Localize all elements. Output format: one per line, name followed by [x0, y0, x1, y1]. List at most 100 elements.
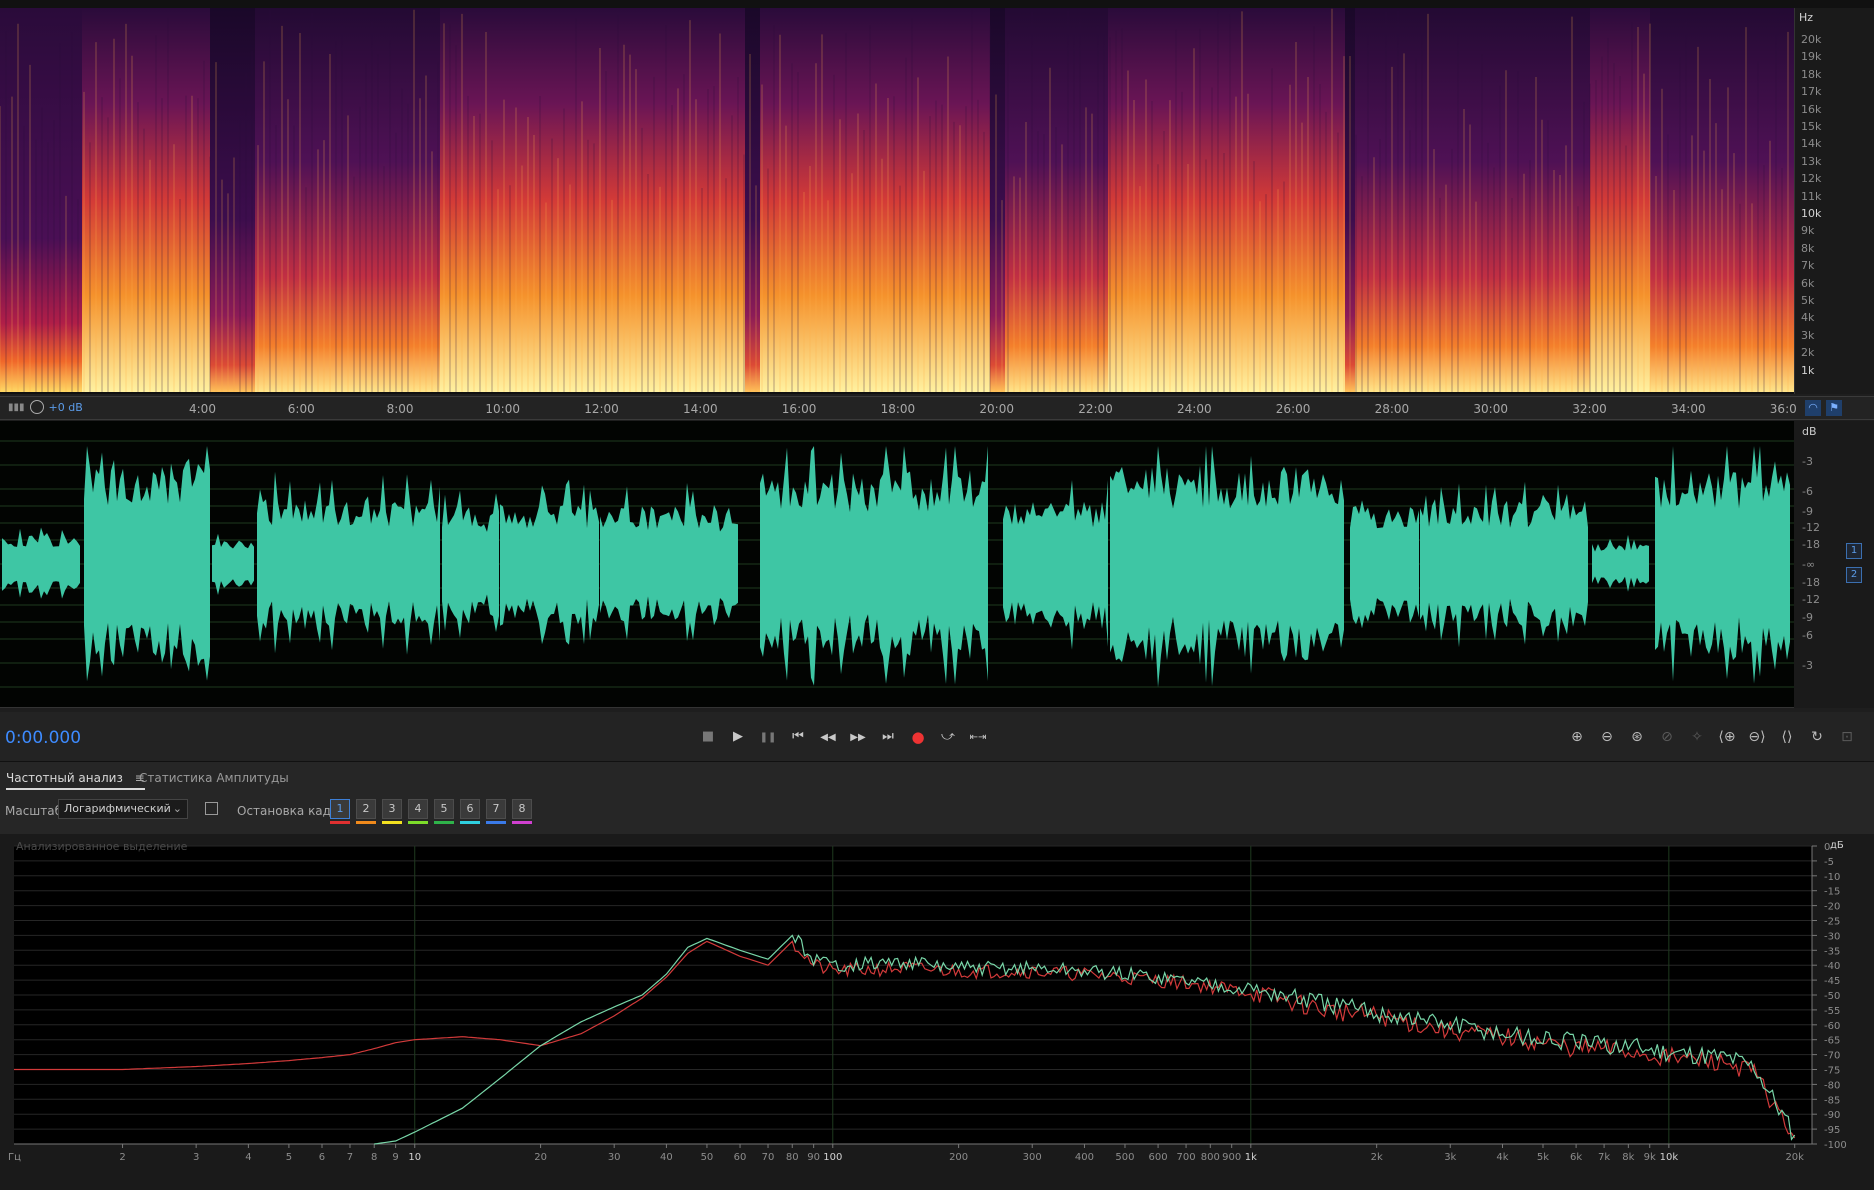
waveform[interactable] [0, 421, 1794, 708]
waveform-segment [760, 446, 988, 686]
timeline-label: 36:0 [1769, 402, 1797, 416]
x-tick-label: 6k [1570, 1152, 1582, 1163]
frequency-tick: 13k [1801, 154, 1822, 168]
x-tick-label: 400 [1075, 1152, 1094, 1163]
x-tick-label: 10 [408, 1152, 421, 1163]
timeline-label: 12:00 [584, 402, 619, 416]
fast-forward-icon: ▶▶ [850, 732, 866, 743]
tab-frequency-analysis[interactable]: Частотный анализ ≡ [6, 766, 145, 790]
frequency-graph[interactable]: 2 3 4 5 6 7 8 9 10 20 30 40 50 60 70 80 90 100 200 300 400 50… [0, 834, 1874, 1190]
hold-frame-color [512, 821, 532, 824]
fast-forward-button[interactable]: ▶▶ [847, 726, 869, 748]
x-tick-label: 700 [1177, 1152, 1196, 1163]
y-tick-label: -45 [1824, 976, 1840, 987]
analysis-controls: Масштаб: Логарифмический ⌄ Остановка кад… [0, 794, 1874, 830]
timeline-label: 18:00 [880, 402, 916, 416]
spectrogram-segment [990, 8, 1005, 392]
advanced-settings-button[interactable] [205, 802, 218, 815]
pause-button[interactable]: ❚❚ [757, 726, 779, 748]
current-time[interactable]: 0:00.000 [5, 728, 81, 748]
waveform-display[interactable] [0, 421, 1794, 708]
frequency-tick: 12k [1801, 172, 1822, 186]
waveform-segment [600, 482, 738, 642]
spectral-frequency-display[interactable]: Hz 20k 19k 18k 17k 16k 15k 14k 13k 12k 11k 10k 9k 8k… [0, 0, 1874, 394]
hold-frame-button[interactable]: 8 [512, 799, 532, 819]
hold-frame-color [460, 821, 480, 824]
y-axis-unit: дБ [1830, 840, 1844, 851]
monitor-icon[interactable]: ◠ [1805, 400, 1821, 416]
db-tick: -3 [1802, 455, 1813, 468]
hold-frame-button[interactable]: 5 [434, 799, 454, 819]
waveform-segment [257, 471, 440, 655]
zoom-out-amplitude-button[interactable]: ⊖ [1596, 726, 1618, 748]
spectrum-chart[interactable]: 2 3 4 5 6 7 8 9 10 20 30 40 50 60 70 80 90 100 200 300 400 50… [0, 834, 1874, 1190]
db-tick: -18 [1802, 538, 1820, 551]
zoom-selection-button[interactable]: ✧ [1686, 726, 1708, 748]
hold-frame-color [330, 821, 350, 824]
timeline-label: 20:00 [979, 402, 1014, 416]
zoom-out-time-icon: ⊖⟩ [1748, 729, 1766, 745]
channel-2-toggle[interactable]: 2 [1846, 567, 1862, 583]
y-tick-label: -55 [1824, 1006, 1840, 1017]
scale-select[interactable]: Логарифмический ⌄ [58, 799, 188, 819]
skip-selection-button[interactable]: ⇤⇥ [967, 726, 989, 748]
x-axis-unit: Гц [8, 1152, 21, 1163]
play-button[interactable]: ▶ [727, 726, 749, 748]
hold-frame-color [382, 821, 402, 824]
go-to-end-button[interactable]: ⏭ [877, 726, 899, 748]
y-tick-label: -20 [1824, 902, 1840, 913]
x-tick-label: 600 [1149, 1152, 1168, 1163]
zoom-out-full-button[interactable]: ⊘ [1656, 726, 1678, 748]
loop-button[interactable]: ⤻ [937, 726, 959, 748]
frequency-unit-label: Hz [1799, 11, 1814, 24]
db-tick: -18 [1802, 576, 1820, 589]
spectrogram-segment [745, 8, 760, 392]
gain-value: +0 dB [48, 400, 83, 414]
zoom-reset-button[interactable]: ⊛ [1626, 726, 1648, 748]
go-to-start-button[interactable]: ⏮ [787, 726, 809, 748]
zoom-in-time-button[interactable]: ⟨⊕ [1716, 726, 1738, 748]
timeline-label: 32:00 [1572, 402, 1607, 416]
scale-label: Масштаб: [5, 804, 67, 818]
x-tick-label: 200 [949, 1152, 968, 1163]
y-tick-label: -80 [1824, 1080, 1840, 1091]
gain-knob-icon[interactable] [29, 400, 44, 414]
marker-icon[interactable]: ⚑ [1826, 400, 1842, 416]
x-tick-label: 5k [1537, 1152, 1549, 1163]
hold-frame-button[interactable]: 6 [460, 799, 480, 819]
zoom-in-amplitude-button[interactable]: ⊕ [1566, 726, 1588, 748]
x-tick-label: 30 [608, 1152, 621, 1163]
y-tick-label: -50 [1824, 991, 1840, 1002]
hold-frame-button[interactable]: 4 [408, 799, 428, 819]
frequency-tick: 20k [1801, 33, 1822, 46]
x-tick-label: 800 [1201, 1152, 1220, 1163]
gain-hud[interactable]: ▮▮▮ +0 dB [8, 400, 83, 414]
frequency-tick: 15k [1801, 120, 1822, 133]
zoom-full-time-button[interactable]: ⟨⟩ [1776, 726, 1798, 748]
channel-1-toggle[interactable]: 1 [1846, 543, 1862, 559]
x-tick-label: 9 [392, 1152, 398, 1163]
hold-frame-button[interactable]: 1 [330, 799, 350, 819]
record-button[interactable]: ● [907, 726, 929, 748]
zoom-locked-button[interactable]: ⊡ [1836, 726, 1858, 748]
tab-amplitude-statistics[interactable]: Статистика Амплитуды [139, 766, 289, 790]
hold-frame-button[interactable]: 3 [382, 799, 402, 819]
waveform-segment [1003, 480, 1108, 650]
x-tick-label: 90 [807, 1152, 820, 1163]
zoom-out-time-button[interactable]: ⊖⟩ [1746, 726, 1768, 748]
y-tick-label: -40 [1824, 961, 1840, 972]
hold-frame-color [356, 821, 376, 824]
hold-frame-button[interactable]: 7 [486, 799, 506, 819]
spectrogram[interactable] [0, 8, 1794, 392]
stop-button[interactable]: ■ [697, 726, 719, 748]
rewind-button[interactable]: ◀◀ [817, 726, 839, 748]
timeline-ruler[interactable]: 4:00 6:00 8:00 10:00 12:00 14:00 16:00 18:00 20:… [0, 396, 1874, 420]
tab-frequency-analysis-label: Частотный анализ [6, 771, 123, 785]
x-tick-label: 80 [786, 1152, 799, 1163]
waveform-segment [1655, 446, 1790, 684]
frequency-tick: 6k [1801, 276, 1815, 290]
zoom-history-button[interactable]: ↻ [1806, 726, 1828, 748]
timeline-label: 8:00 [386, 402, 414, 416]
y-tick-label: -25 [1824, 917, 1840, 928]
hold-frame-button[interactable]: 2 [356, 799, 376, 819]
